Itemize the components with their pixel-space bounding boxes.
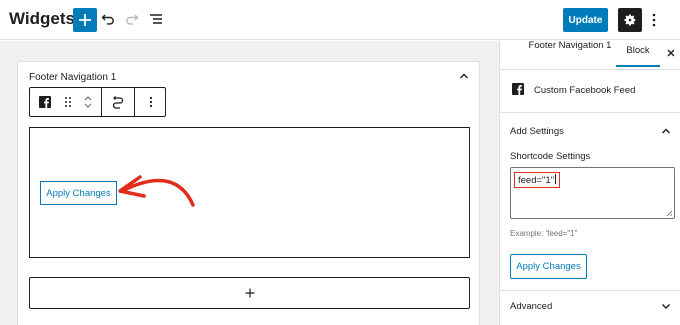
move-buttons[interactable] (76, 88, 100, 116)
settings-button[interactable] (618, 8, 642, 32)
help-text: Example: 'feed="1" (510, 229, 578, 238)
plus-icon (245, 288, 254, 298)
apply-changes-button[interactable]: Apply Changes (40, 181, 117, 205)
block-toolbar (29, 87, 166, 117)
drag-handle[interactable] (60, 88, 76, 116)
update-button[interactable]: Update (563, 8, 608, 32)
list-view-button[interactable] (147, 10, 165, 28)
resize-handle-icon[interactable] (666, 210, 672, 216)
list-view-icon (150, 14, 162, 24)
facebook-icon (512, 83, 524, 95)
block-card-title: Custom Facebook Feed (534, 85, 636, 96)
page-title: Widgets (9, 9, 75, 28)
widget-area-title: Footer Navigation 1 (29, 72, 117, 83)
move-up-icon[interactable] (83, 94, 93, 102)
more-vertical-icon (652, 13, 656, 27)
chevron-up-icon[interactable] (660, 125, 672, 137)
undo-button[interactable] (99, 10, 117, 28)
text-caret (555, 174, 557, 184)
block-type-button[interactable] (30, 88, 60, 116)
add-block-button[interactable] (73, 8, 97, 32)
close-icon[interactable] (665, 47, 677, 59)
divider (500, 290, 680, 291)
widget-area: Footer Navigation 1 Apply Changes (17, 61, 480, 325)
add-settings-panel-toggle[interactable]: Add Settings (510, 126, 564, 137)
undo-icon (101, 14, 114, 25)
drag-handle-icon (65, 97, 71, 107)
tab-footer-navigation[interactable]: Footer Navigation 1 (528, 40, 612, 70)
add-block-appender[interactable] (29, 277, 470, 309)
advanced-panel-toggle[interactable]: Advanced (510, 301, 552, 312)
options-button[interactable] (648, 10, 660, 30)
divider (500, 112, 680, 113)
highlighted-value: feed="1" (514, 172, 561, 188)
facebook-icon (39, 96, 51, 108)
block-options-button[interactable] (135, 88, 166, 116)
chevron-down-icon[interactable] (660, 300, 672, 312)
transform-icon (112, 96, 124, 109)
shortcode-settings-field[interactable]: feed="1" (510, 167, 675, 219)
gear-icon (624, 14, 636, 26)
redo-icon (126, 14, 139, 25)
divider (500, 69, 680, 70)
settings-sidebar: Footer Navigation 1 Block Custom Faceboo… (499, 40, 680, 325)
move-down-icon[interactable] (83, 102, 93, 110)
widgets-canvas: Footer Navigation 1 Apply Changes (0, 41, 499, 325)
redo-button[interactable] (123, 10, 141, 28)
chevron-up-icon[interactable] (458, 70, 470, 82)
field-value: feed="1" (518, 175, 555, 186)
shortcode-settings-label: Shortcode Settings (510, 151, 591, 162)
transform-button[interactable] (102, 88, 134, 116)
top-toolbar: Widgets Update (0, 0, 680, 40)
more-vertical-icon (149, 96, 152, 108)
apply-changes-button[interactable]: Apply Changes (510, 254, 587, 279)
plus-icon (79, 14, 91, 26)
active-tab-indicator (616, 65, 660, 67)
annotation-arrow (118, 175, 195, 207)
custom-facebook-feed-block[interactable]: Apply Changes (29, 127, 470, 258)
